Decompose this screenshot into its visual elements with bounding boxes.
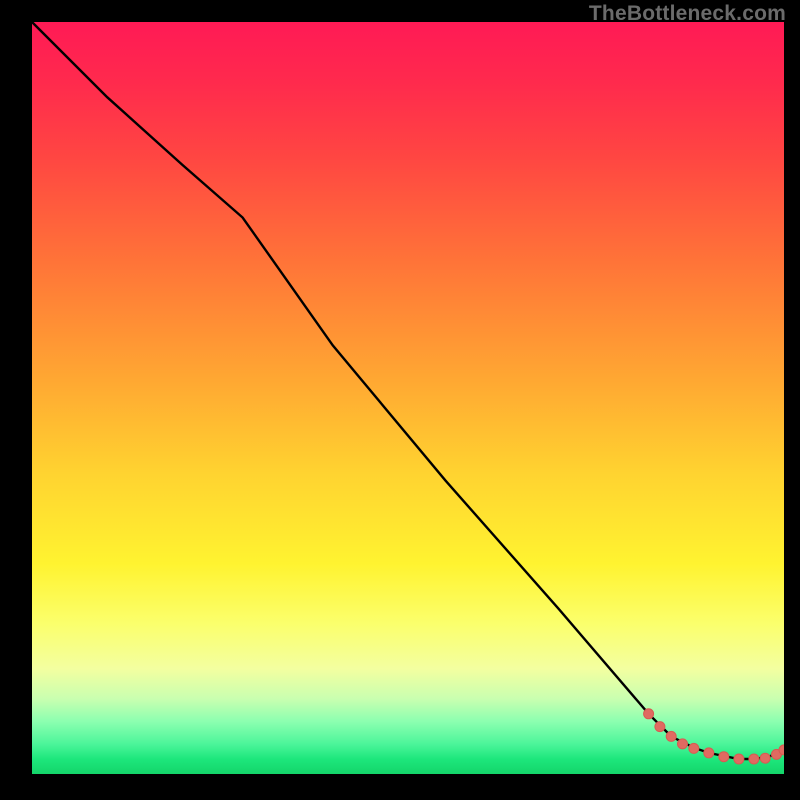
chart-frame: TheBottleneck.com [0,0,800,800]
plot-area [32,22,784,774]
watermark-text: TheBottleneck.com [589,2,786,26]
